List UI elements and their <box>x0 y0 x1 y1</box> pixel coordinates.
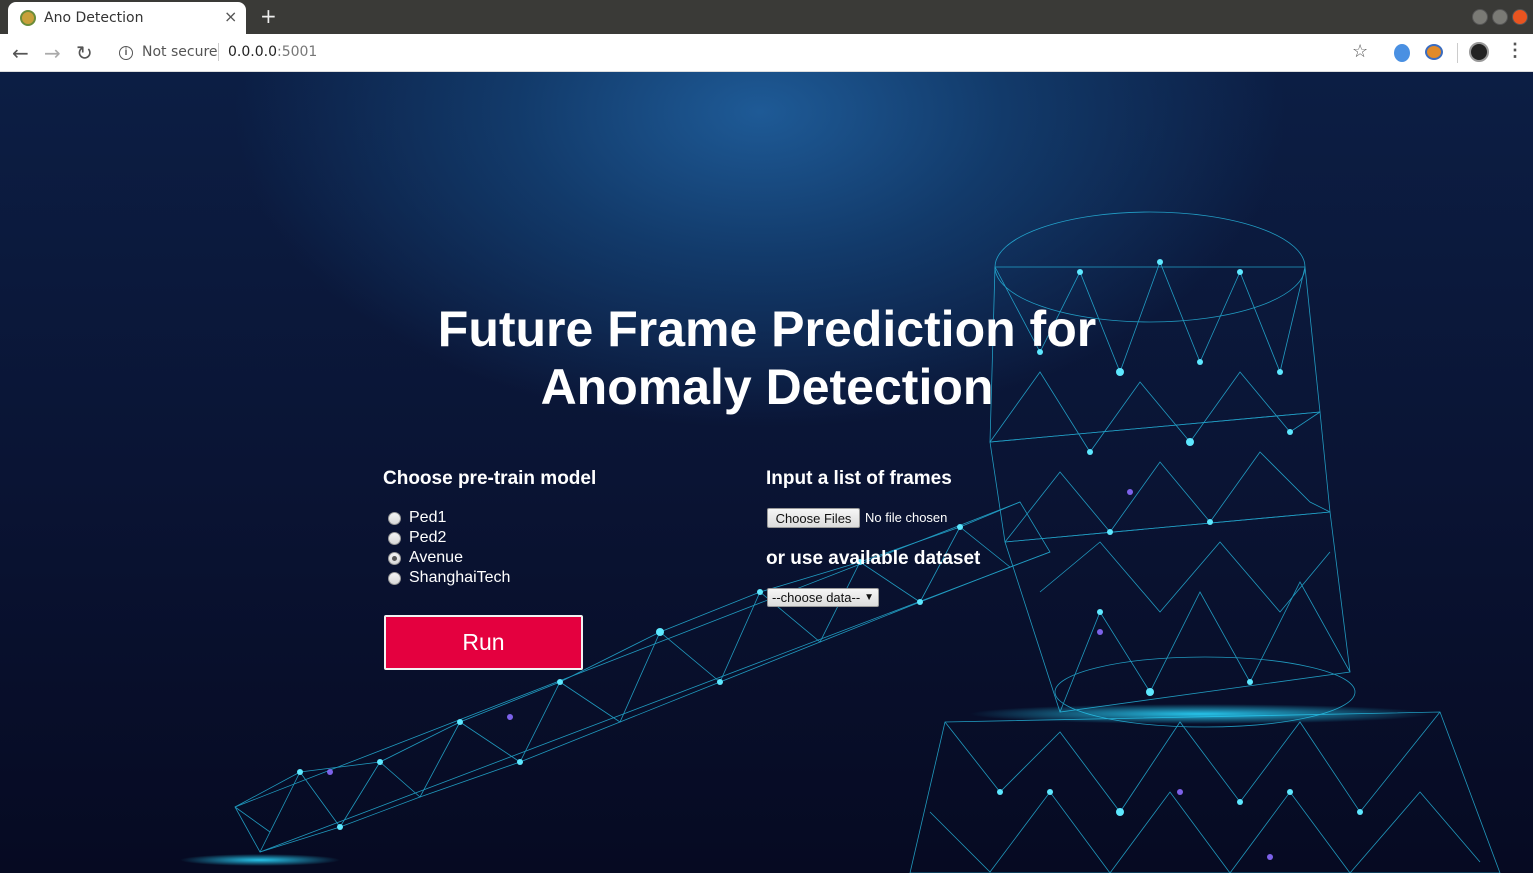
radio-option-shanghaitech[interactable]: ShanghaiTech <box>388 568 510 588</box>
radio-option-ped1[interactable]: Ped1 <box>388 508 510 528</box>
radio-button[interactable] <box>388 511 401 525</box>
browser-titlebar: Ano Detection × + <box>0 0 1533 34</box>
choose-files-button[interactable]: Choose Files <box>767 508 860 528</box>
info-icon[interactable]: i <box>119 46 133 60</box>
dataset-section-label: or use available dataset <box>766 548 981 569</box>
tab-title: Ano Detection <box>44 10 144 26</box>
toolbar-divider <box>1457 43 1458 63</box>
radio-button[interactable] <box>388 551 401 565</box>
dataset-select[interactable]: --choose data-- ▼ <box>767 588 879 607</box>
radio-option-ped2[interactable]: Ped2 <box>388 528 510 548</box>
reload-icon[interactable]: ↻ <box>76 41 93 65</box>
menu-kebab-icon[interactable]: ⋮ <box>1506 40 1524 61</box>
back-arrow-icon[interactable]: ← <box>12 41 29 65</box>
file-status-text: No file chosen <box>865 510 948 525</box>
radio-label: Avenue <box>409 549 463 566</box>
security-label[interactable]: Not secure <box>142 44 218 60</box>
radio-label: Ped2 <box>409 529 447 546</box>
minimize-button[interactable] <box>1472 9 1488 25</box>
window-controls <box>1472 9 1528 25</box>
radio-button[interactable] <box>388 571 401 585</box>
bookmark-star-icon[interactable]: ☆ <box>1352 41 1368 62</box>
title-line-2: Anomaly Detection <box>540 359 994 415</box>
favicon-icon <box>20 10 36 26</box>
tab-close-icon[interactable]: × <box>224 7 237 26</box>
dataset-select-value: --choose data-- <box>772 590 861 605</box>
model-section-label: Choose pre-train model <box>383 468 597 489</box>
maximize-button[interactable] <box>1492 9 1508 25</box>
model-radio-group: Ped1 Ped2 Avenue ShanghaiTech <box>388 508 510 588</box>
profile-avatar[interactable] <box>1469 42 1489 62</box>
address-bar[interactable]: 0.0.0.0:5001 <box>228 44 317 60</box>
dropdown-arrow-icon: ▼ <box>864 592 874 603</box>
extension-icon[interactable] <box>1425 44 1443 60</box>
close-window-button[interactable] <box>1512 9 1528 25</box>
run-button[interactable]: Run <box>384 615 583 670</box>
browser-tab[interactable]: Ano Detection × <box>8 2 246 34</box>
extension-icon[interactable] <box>1394 44 1410 62</box>
radio-label: ShanghaiTech <box>409 569 511 586</box>
frames-section-label: Input a list of frames <box>766 468 952 489</box>
forward-arrow-icon[interactable]: → <box>44 41 61 65</box>
page-title: Future Frame Prediction for Anomaly Dete… <box>267 300 1267 416</box>
radio-label: Ped1 <box>409 509 447 526</box>
url-divider <box>218 43 219 61</box>
new-tab-button[interactable]: + <box>260 4 277 28</box>
page-body: Future Frame Prediction for Anomaly Dete… <box>0 72 1533 873</box>
radio-option-avenue[interactable]: Avenue <box>388 548 510 568</box>
url-host: 0.0.0.0 <box>228 44 277 60</box>
radio-button[interactable] <box>388 531 401 545</box>
title-line-1: Future Frame Prediction for <box>437 301 1097 357</box>
browser-toolbar: ← → ↻ i Not secure 0.0.0.0:5001 ☆ ⋮ <box>0 34 1533 72</box>
url-port: :5001 <box>276 44 318 60</box>
